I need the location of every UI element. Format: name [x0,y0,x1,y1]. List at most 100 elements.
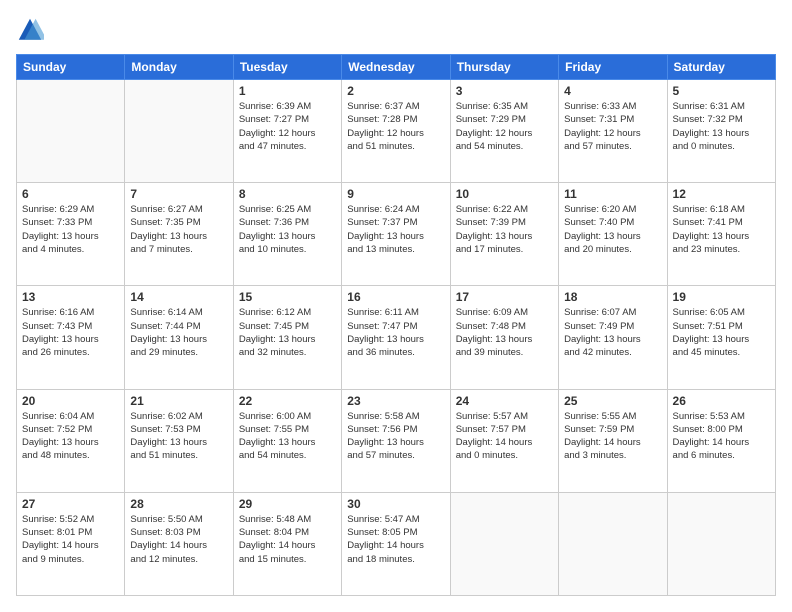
day-number: 30 [347,497,444,511]
day-number: 23 [347,394,444,408]
header [16,16,776,44]
calendar-cell: 26 Sunrise: 5:53 AM Sunset: 8:00 PM Dayli… [667,389,775,492]
calendar-cell: 22 Sunrise: 6:00 AM Sunset: 7:55 PM Dayli… [233,389,341,492]
day-number: 15 [239,290,336,304]
day-number: 7 [130,187,227,201]
day-detail: Sunrise: 5:53 AM Sunset: 8:00 PM Dayligh… [673,410,770,463]
day-number: 9 [347,187,444,201]
day-number: 20 [22,394,119,408]
calendar-week-4: 20 Sunrise: 6:04 AM Sunset: 7:52 PM Dayli… [17,389,776,492]
calendar-cell: 15 Sunrise: 6:12 AM Sunset: 7:45 PM Dayli… [233,286,341,389]
calendar-table: SundayMondayTuesdayWednesdayThursdayFrid… [16,54,776,596]
day-detail: Sunrise: 5:47 AM Sunset: 8:05 PM Dayligh… [347,513,444,566]
calendar-cell: 5 Sunrise: 6:31 AM Sunset: 7:32 PM Daylig… [667,80,775,183]
day-number: 11 [564,187,661,201]
day-number: 8 [239,187,336,201]
calendar-cell [667,492,775,595]
day-number: 14 [130,290,227,304]
calendar-cell: 17 Sunrise: 6:09 AM Sunset: 7:48 PM Dayli… [450,286,558,389]
day-detail: Sunrise: 5:48 AM Sunset: 8:04 PM Dayligh… [239,513,336,566]
day-detail: Sunrise: 6:27 AM Sunset: 7:35 PM Dayligh… [130,203,227,256]
day-number: 3 [456,84,553,98]
day-detail: Sunrise: 6:00 AM Sunset: 7:55 PM Dayligh… [239,410,336,463]
calendar-cell: 1Sunrise: 6:39 AM Sunset: 7:27 PM Daylig… [233,80,341,183]
day-number: 28 [130,497,227,511]
day-number: 21 [130,394,227,408]
day-detail: Sunrise: 5:55 AM Sunset: 7:59 PM Dayligh… [564,410,661,463]
day-number: 12 [673,187,770,201]
calendar-header-wednesday: Wednesday [342,55,450,80]
day-number: 13 [22,290,119,304]
day-detail: Sunrise: 6:12 AM Sunset: 7:45 PM Dayligh… [239,306,336,359]
day-number: 17 [456,290,553,304]
day-detail: Sunrise: 6:14 AM Sunset: 7:44 PM Dayligh… [130,306,227,359]
day-detail: Sunrise: 6:05 AM Sunset: 7:51 PM Dayligh… [673,306,770,359]
calendar-header-thursday: Thursday [450,55,558,80]
calendar-cell: 20 Sunrise: 6:04 AM Sunset: 7:52 PM Dayli… [17,389,125,492]
day-detail: Sunrise: 6:04 AM Sunset: 7:52 PM Dayligh… [22,410,119,463]
calendar-header-row: SundayMondayTuesdayWednesdayThursdayFrid… [17,55,776,80]
day-number: 29 [239,497,336,511]
calendar-cell: 9 Sunrise: 6:24 AM Sunset: 7:37 PM Daylig… [342,183,450,286]
day-number: 10 [456,187,553,201]
calendar-week-3: 13 Sunrise: 6:16 AM Sunset: 7:43 PM Dayli… [17,286,776,389]
calendar-cell: 7 Sunrise: 6:27 AM Sunset: 7:35 PM Daylig… [125,183,233,286]
calendar-cell [17,80,125,183]
calendar-cell: 11 Sunrise: 6:20 AM Sunset: 7:40 PM Dayli… [559,183,667,286]
calendar-header-tuesday: Tuesday [233,55,341,80]
day-detail: Sunrise: 6:18 AM Sunset: 7:41 PM Dayligh… [673,203,770,256]
calendar-header-monday: Monday [125,55,233,80]
calendar-header-saturday: Saturday [667,55,775,80]
day-detail: Sunrise: 5:52 AM Sunset: 8:01 PM Dayligh… [22,513,119,566]
calendar-cell: 4 Sunrise: 6:33 AM Sunset: 7:31 PM Daylig… [559,80,667,183]
calendar-cell: 27Sunrise: 5:52 AM Sunset: 8:01 PM Dayli… [17,492,125,595]
day-detail: Sunrise: 5:50 AM Sunset: 8:03 PM Dayligh… [130,513,227,566]
calendar-cell: 2 Sunrise: 6:37 AM Sunset: 7:28 PM Daylig… [342,80,450,183]
day-detail: Sunrise: 6:07 AM Sunset: 7:49 PM Dayligh… [564,306,661,359]
calendar-cell: 16Sunrise: 6:11 AM Sunset: 7:47 PM Dayli… [342,286,450,389]
calendar-cell: 30 Sunrise: 5:47 AM Sunset: 8:05 PM Dayli… [342,492,450,595]
day-detail: Sunrise: 5:57 AM Sunset: 7:57 PM Dayligh… [456,410,553,463]
calendar-cell: 12 Sunrise: 6:18 AM Sunset: 7:41 PM Dayli… [667,183,775,286]
day-detail: Sunrise: 6:20 AM Sunset: 7:40 PM Dayligh… [564,203,661,256]
day-detail: Sunrise: 6:31 AM Sunset: 7:32 PM Dayligh… [673,100,770,153]
page: SundayMondayTuesdayWednesdayThursdayFrid… [0,0,792,612]
calendar-cell [559,492,667,595]
day-number: 2 [347,84,444,98]
day-number: 18 [564,290,661,304]
calendar-cell: 14 Sunrise: 6:14 AM Sunset: 7:44 PM Dayli… [125,286,233,389]
day-number: 25 [564,394,661,408]
day-detail: Sunrise: 6:25 AM Sunset: 7:36 PM Dayligh… [239,203,336,256]
day-number: 1 [239,84,336,98]
day-detail: Sunrise: 6:02 AM Sunset: 7:53 PM Dayligh… [130,410,227,463]
calendar-header-friday: Friday [559,55,667,80]
calendar-header-sunday: Sunday [17,55,125,80]
calendar-cell: 18 Sunrise: 6:07 AM Sunset: 7:49 PM Dayli… [559,286,667,389]
calendar-week-5: 27Sunrise: 5:52 AM Sunset: 8:01 PM Dayli… [17,492,776,595]
calendar-cell: 21 Sunrise: 6:02 AM Sunset: 7:53 PM Dayli… [125,389,233,492]
calendar-cell: 24Sunrise: 5:57 AM Sunset: 7:57 PM Dayli… [450,389,558,492]
day-detail: Sunrise: 6:24 AM Sunset: 7:37 PM Dayligh… [347,203,444,256]
day-detail: Sunrise: 6:33 AM Sunset: 7:31 PM Dayligh… [564,100,661,153]
day-detail: Sunrise: 6:22 AM Sunset: 7:39 PM Dayligh… [456,203,553,256]
calendar-week-2: 6Sunrise: 6:29 AM Sunset: 7:33 PM Daylig… [17,183,776,286]
day-detail: Sunrise: 6:29 AM Sunset: 7:33 PM Dayligh… [22,203,119,256]
day-number: 4 [564,84,661,98]
day-detail: Sunrise: 6:35 AM Sunset: 7:29 PM Dayligh… [456,100,553,153]
logo-icon [16,16,44,44]
calendar-cell: 25 Sunrise: 5:55 AM Sunset: 7:59 PM Dayli… [559,389,667,492]
day-number: 5 [673,84,770,98]
day-number: 22 [239,394,336,408]
logo [16,16,48,44]
day-detail: Sunrise: 6:37 AM Sunset: 7:28 PM Dayligh… [347,100,444,153]
calendar-cell: 13 Sunrise: 6:16 AM Sunset: 7:43 PM Dayli… [17,286,125,389]
calendar-cell [125,80,233,183]
day-detail: Sunrise: 6:16 AM Sunset: 7:43 PM Dayligh… [22,306,119,359]
day-detail: Sunrise: 6:09 AM Sunset: 7:48 PM Dayligh… [456,306,553,359]
day-number: 26 [673,394,770,408]
day-detail: Sunrise: 5:58 AM Sunset: 7:56 PM Dayligh… [347,410,444,463]
day-detail: Sunrise: 6:11 AM Sunset: 7:47 PM Dayligh… [347,306,444,359]
calendar-week-1: 1Sunrise: 6:39 AM Sunset: 7:27 PM Daylig… [17,80,776,183]
calendar-cell: 6Sunrise: 6:29 AM Sunset: 7:33 PM Daylig… [17,183,125,286]
calendar-cell: 3 Sunrise: 6:35 AM Sunset: 7:29 PM Daylig… [450,80,558,183]
